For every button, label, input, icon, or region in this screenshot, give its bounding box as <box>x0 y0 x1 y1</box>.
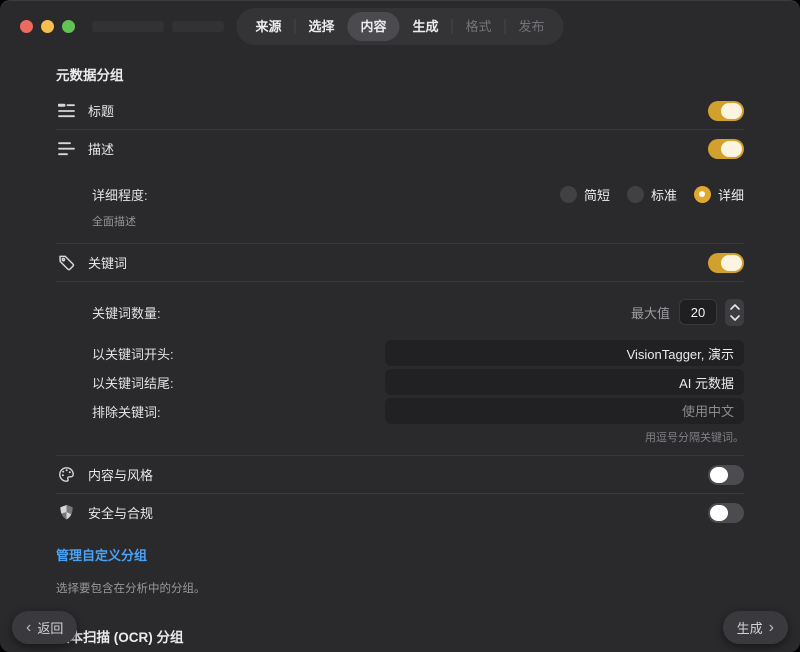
manage-custom-groups-link[interactable]: 管理自定义分组 <box>56 545 744 564</box>
stepper-down-icon[interactable] <box>730 315 740 321</box>
detail-level-radio-group: 简短 标准 详细 <box>560 185 744 204</box>
row-safety: 安全与合规 <box>56 494 744 531</box>
toggle-knob <box>721 103 742 119</box>
safety-toggle[interactable] <box>708 503 744 523</box>
obscured-title-text <box>172 21 224 32</box>
radio-brief[interactable]: 简短 <box>560 185 610 204</box>
generate-button-label: 生成 <box>737 618 763 637</box>
keywords-toggle[interactable] <box>708 253 744 273</box>
ocr-section-header: 文本扫描 (OCR) 分组 <box>56 626 744 646</box>
tab-content[interactable]: 内容 <box>347 12 399 41</box>
chevron-right-icon: › <box>769 620 774 636</box>
back-button[interactable]: ‹ 返回 <box>12 611 77 644</box>
divider <box>56 281 744 282</box>
minimize-button[interactable] <box>41 20 54 33</box>
tab-generate[interactable]: 生成 <box>400 12 452 41</box>
keyword-count-row: 关键词数量: 最大值 20 <box>92 294 744 330</box>
radio-dot <box>627 186 644 203</box>
back-button-label: 返回 <box>37 618 63 637</box>
row-content-style: 内容与风格 <box>56 456 744 493</box>
content-style-toggle[interactable] <box>708 465 744 485</box>
stepper-up-icon[interactable] <box>730 304 740 310</box>
end-keywords-row: 以关键词结尾: <box>92 369 744 395</box>
exclude-keywords-row: 排除关键词: <box>92 398 744 424</box>
row-label: 关键词 <box>88 253 127 272</box>
start-keywords-input[interactable] <box>385 340 744 366</box>
detail-level-row: 详细程度: 简短 标准 详细 <box>92 179 744 209</box>
row-title: 标题 <box>56 92 744 129</box>
toggle-knob <box>710 467 728 483</box>
toggle-knob <box>710 505 728 521</box>
exclude-keywords-input[interactable] <box>385 398 744 424</box>
tab-source[interactable]: 来源 <box>242 12 294 41</box>
traffic-lights <box>20 20 75 33</box>
detail-level-caption: 全面描述 <box>92 213 744 229</box>
palette-icon <box>56 466 76 483</box>
radio-label: 简短 <box>584 185 610 204</box>
metadata-section-header: 元数据分组 <box>56 64 744 84</box>
tag-icon <box>56 254 76 271</box>
row-description: 描述 <box>56 130 744 167</box>
settings-content: 元数据分组 标题 <box>0 64 800 652</box>
keyword-count-value[interactable]: 20 <box>679 299 717 325</box>
field-label: 以关键词结尾: <box>92 373 174 392</box>
title-format-icon <box>56 102 76 119</box>
tab-publish[interactable]: 发布 <box>506 12 558 41</box>
radio-label: 标准 <box>651 185 677 204</box>
toggle-knob <box>721 141 742 157</box>
section-footer-caption: 选择要包含在分析中的分组。 <box>56 580 744 596</box>
toggle-knob <box>721 255 742 271</box>
description-toggle[interactable] <box>708 139 744 159</box>
row-label: 安全与合规 <box>88 503 153 522</box>
app-window: 来源 选择 内容 生成 格式 发布 元数据分组 标题 <box>0 0 800 652</box>
radio-dot <box>560 186 577 203</box>
generate-button[interactable]: 生成 › <box>723 611 788 644</box>
chevron-left-icon: ‹ <box>26 620 31 636</box>
comma-hint: 用逗号分隔关键词。 <box>92 429 744 445</box>
field-label: 排除关键词: <box>92 402 161 421</box>
tab-select[interactable]: 选择 <box>295 12 347 41</box>
align-left-icon <box>56 140 76 157</box>
end-keywords-input[interactable] <box>385 369 744 395</box>
zoom-button[interactable] <box>62 20 75 33</box>
shield-icon <box>56 504 76 521</box>
start-keywords-row: 以关键词开头: <box>92 340 744 366</box>
titlebar: 来源 选择 内容 生成 格式 发布 <box>0 0 800 52</box>
field-label: 以关键词开头: <box>92 344 174 363</box>
row-keywords: 关键词 <box>56 244 744 281</box>
max-value-label: 最大值 <box>631 303 670 322</box>
row-label: 标题 <box>88 101 114 120</box>
obscured-title-text <box>92 21 164 32</box>
keyword-count-label: 关键词数量: <box>92 303 161 322</box>
tab-format[interactable]: 格式 <box>453 12 505 41</box>
radio-label: 详细 <box>718 185 744 204</box>
radio-detailed[interactable]: 详细 <box>694 185 744 204</box>
radio-dot <box>694 186 711 203</box>
tab-bar: 来源 选择 内容 生成 格式 发布 <box>236 8 563 45</box>
detail-level-label: 详细程度: <box>92 185 148 204</box>
row-label: 描述 <box>88 139 114 158</box>
keyword-count-stepper <box>725 299 744 326</box>
title-toggle[interactable] <box>708 101 744 121</box>
row-label: 内容与风格 <box>88 465 153 484</box>
radio-standard[interactable]: 标准 <box>627 185 677 204</box>
close-button[interactable] <box>20 20 33 33</box>
